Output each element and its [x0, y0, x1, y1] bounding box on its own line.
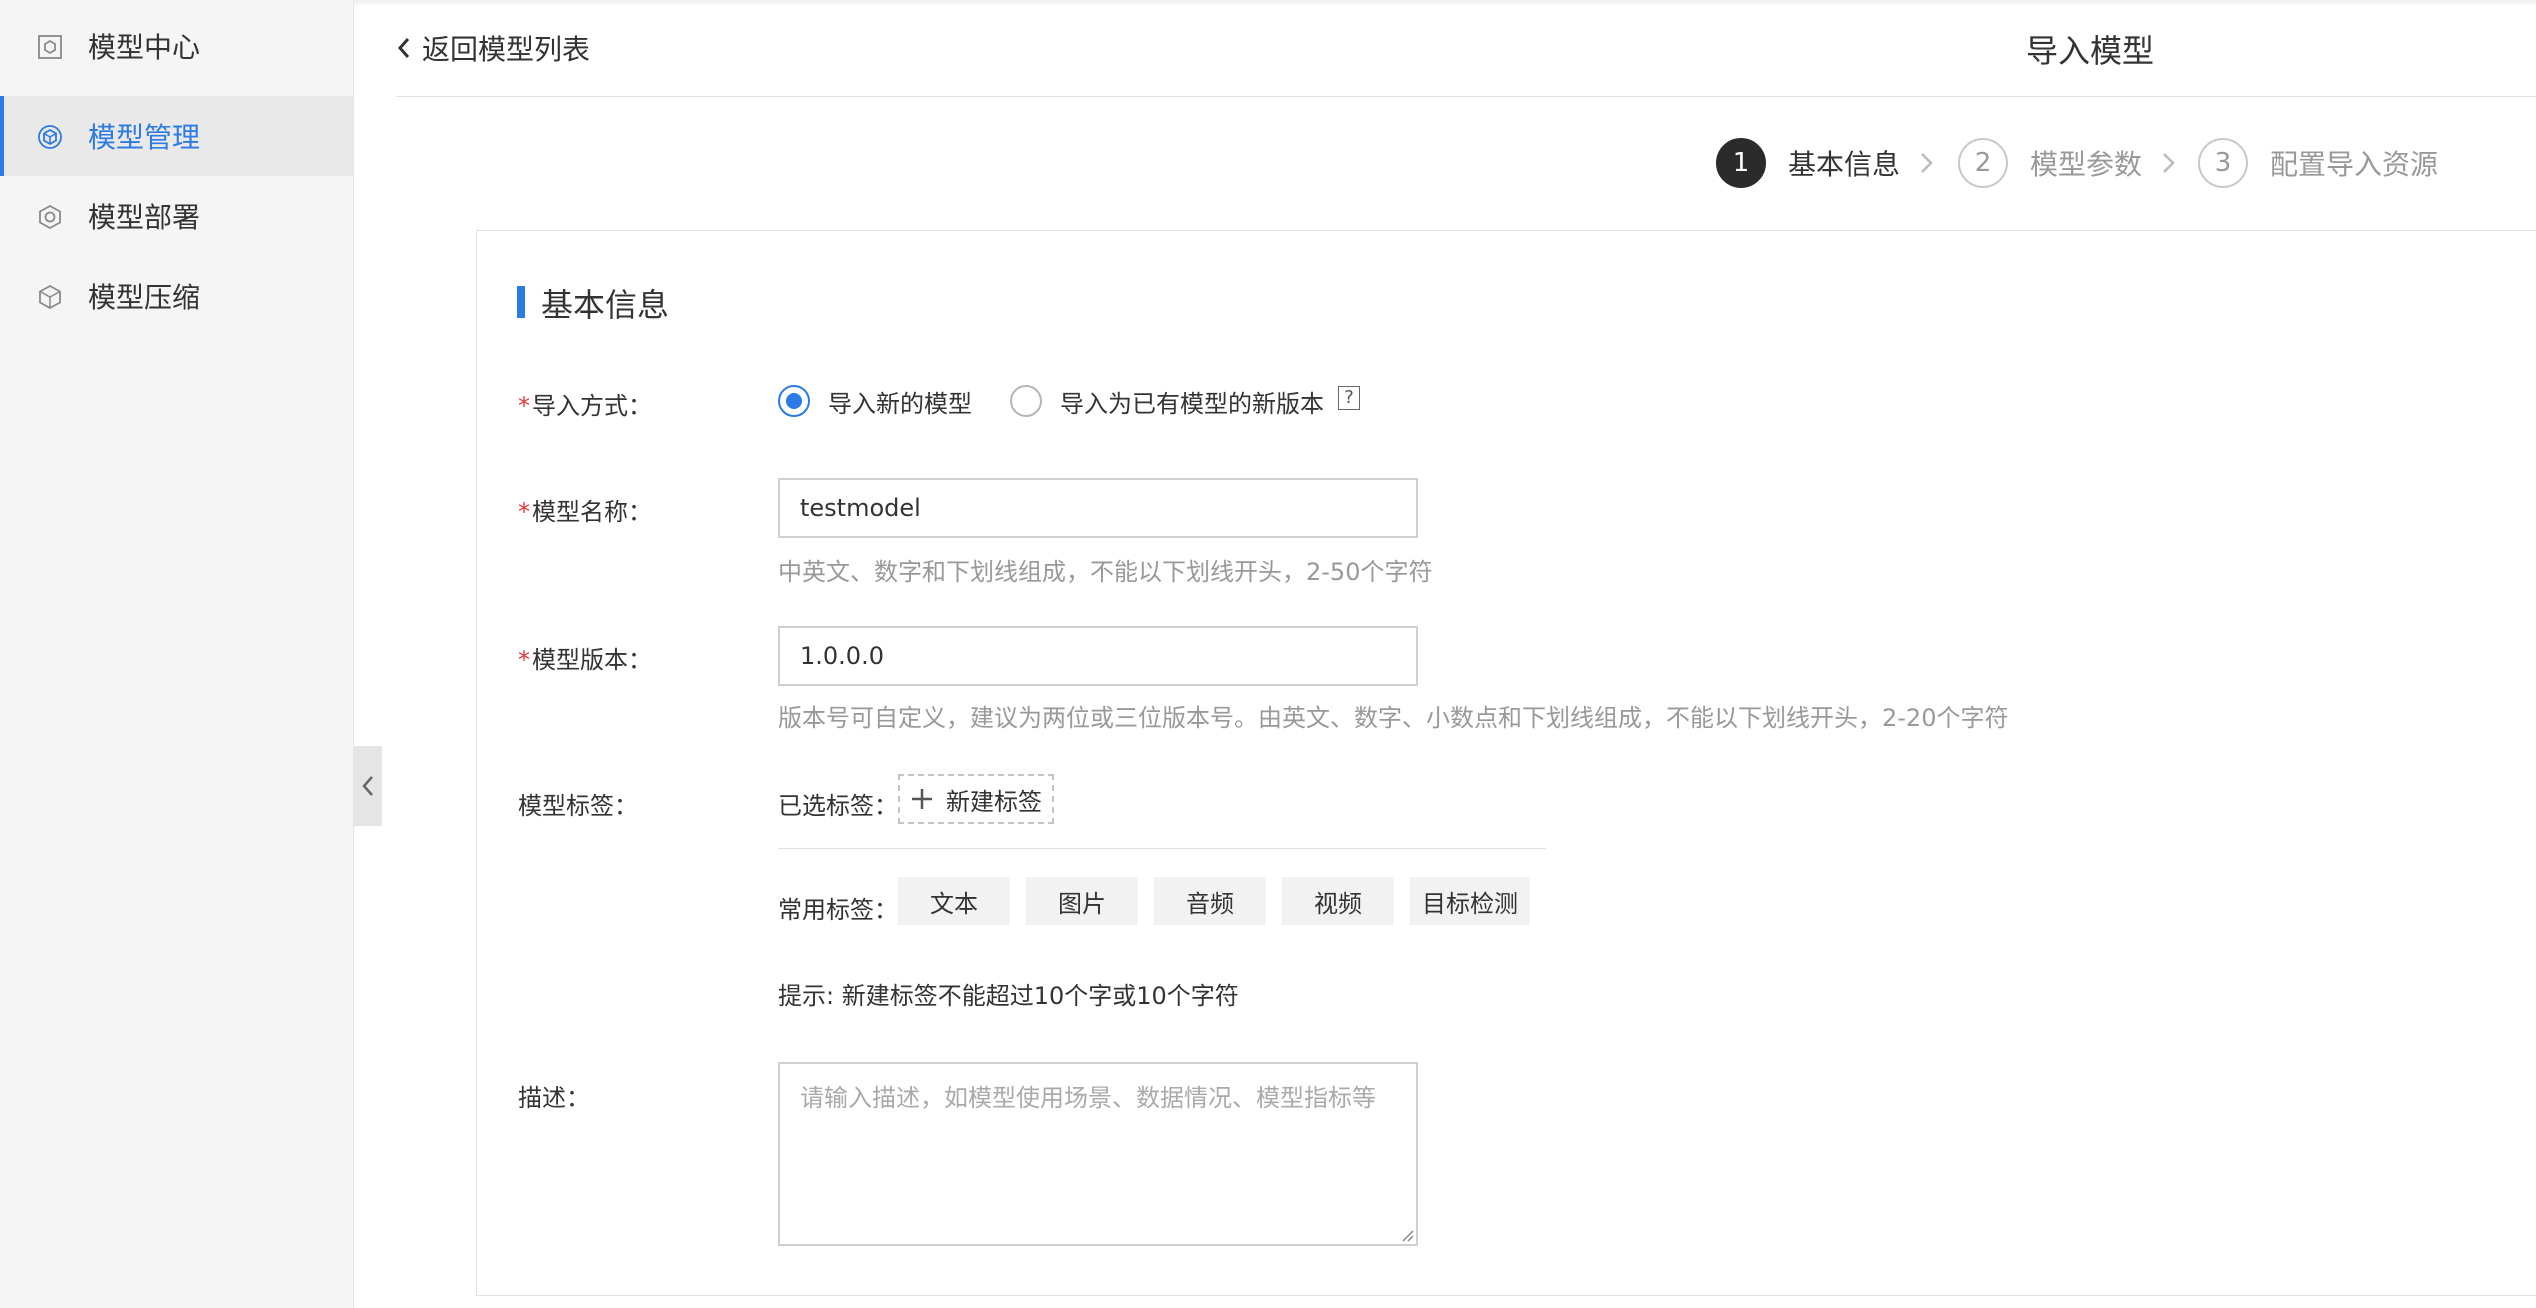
import-method-label: *导入方式：: [518, 392, 652, 420]
step-label: 配置导入资源: [2270, 148, 2439, 181]
tags-divider: [778, 848, 1546, 849]
step-import-resources[interactable]: 3 配置导入资源: [2198, 136, 2438, 190]
sidebar-item-label: 模型压缩: [88, 281, 201, 314]
required-mark: *: [518, 392, 530, 420]
sidebar-item-model-manage[interactable]: 模型管理: [0, 96, 353, 176]
radio-circle: [1010, 385, 1042, 417]
sidebar-item-model-compress[interactable]: 模型压缩: [0, 256, 353, 336]
tag-object-detection[interactable]: 目标检测: [1410, 877, 1530, 925]
tag-audio[interactable]: 音频: [1154, 877, 1266, 925]
model-compress-icon: [39, 284, 61, 310]
description-textarea[interactable]: [778, 1062, 1418, 1246]
plus-icon: [912, 789, 932, 809]
step-model-params[interactable]: 2 模型参数: [1958, 136, 2142, 190]
required-mark: *: [518, 498, 530, 526]
model-name-input[interactable]: [778, 478, 1418, 538]
new-tag-label: 新建标签: [946, 787, 1042, 816]
sidebar-item-label: 模型中心: [88, 31, 201, 64]
step-number: 2: [1958, 138, 2008, 188]
model-manage-icon: [38, 125, 62, 149]
required-mark: *: [518, 646, 530, 674]
new-tag-button[interactable]: 新建标签: [898, 774, 1054, 824]
sidebar-item-label: 模型管理: [88, 121, 201, 154]
resize-grip-icon[interactable]: [1400, 1228, 1414, 1242]
model-name-label: *模型名称：: [518, 498, 652, 526]
model-version-hint: 版本号可自定义，建议为两位或三位版本号。由英文、数字、小数点和下划线组成，不能以…: [778, 704, 2009, 732]
common-tags-list: 文本 图片 音频 视频 目标检测: [898, 877, 1530, 925]
sidebar-collapse-button[interactable]: [354, 746, 382, 826]
tag-image[interactable]: 图片: [1026, 877, 1138, 925]
step-label: 基本信息: [1788, 148, 1901, 181]
description-label: 描述：: [518, 1084, 590, 1112]
model-name-hint: 中英文、数字和下划线组成，不能以下划线开头，2-50个字符: [778, 558, 1433, 586]
header-divider: [396, 96, 2536, 97]
sidebar-item-model-deploy[interactable]: 模型部署: [0, 176, 353, 256]
chevron-right-icon: [1921, 153, 1933, 173]
back-link-label: 返回模型列表: [422, 33, 591, 66]
radio-import-new-model[interactable]: 导入新的模型: [778, 383, 972, 419]
radio-circle: [778, 385, 810, 417]
section-title: 基本信息: [541, 286, 670, 324]
model-version-input[interactable]: [778, 626, 1418, 686]
tag-text[interactable]: 文本: [898, 877, 1010, 925]
chevron-left-icon: [362, 776, 373, 796]
common-tags-label: 常用标签：: [778, 896, 898, 924]
radio-import-as-new-version[interactable]: 导入为已有模型的新版本: [1010, 383, 1324, 419]
step-number: 3: [2198, 138, 2248, 188]
selected-tags-label: 已选标签：: [778, 792, 898, 820]
tag-video[interactable]: 视频: [1282, 877, 1394, 925]
chevron-left-icon: [397, 38, 410, 58]
section-title-bar: [517, 286, 525, 318]
page-title: 导入模型: [2025, 32, 2154, 70]
step-basic-info[interactable]: 1 基本信息: [1716, 136, 1900, 190]
radio-label: 导入为已有模型的新版本: [1060, 389, 1324, 418]
back-to-model-list-link[interactable]: 返回模型列表: [396, 28, 590, 68]
model-center-icon: [38, 35, 62, 59]
sidebar-item-label: 模型部署: [88, 201, 201, 234]
help-icon[interactable]: ?: [1338, 386, 1360, 410]
radio-label: 导入新的模型: [828, 389, 972, 418]
tags-tip: 提示: 新建标签不能超过10个字或10个字符: [778, 982, 1239, 1010]
sidebar-item-model-center[interactable]: 模型中心: [0, 6, 353, 86]
sidebar: 模型中心 模型管理 模型部署 模型压缩: [0, 0, 354, 1308]
header-shadow: [354, 0, 2536, 6]
chevron-right-icon: [2163, 153, 2175, 173]
model-deploy-icon: [39, 204, 61, 230]
model-tags-label: 模型标签：: [518, 792, 638, 820]
step-label: 模型参数: [2030, 148, 2143, 181]
model-version-label: *模型版本：: [518, 646, 652, 674]
step-number: 1: [1716, 138, 1766, 188]
